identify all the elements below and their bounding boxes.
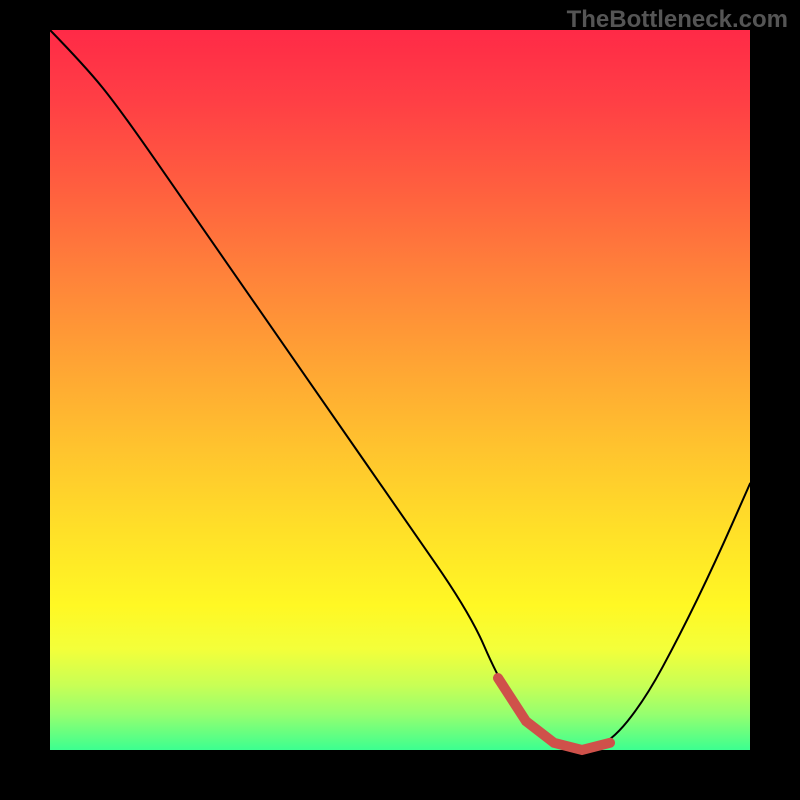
- bottleneck-curve: [50, 30, 750, 748]
- chart-curve: [50, 30, 750, 750]
- minimum-highlight: [498, 678, 610, 750]
- watermark-text: TheBottleneck.com: [567, 6, 788, 34]
- chart-plot-area: [50, 30, 750, 750]
